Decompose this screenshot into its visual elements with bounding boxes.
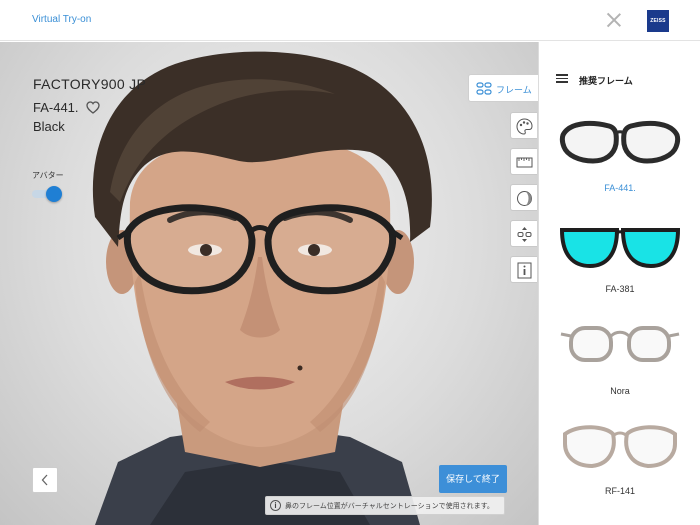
frame-item-rf-141[interactable]: RF-141 [539, 420, 700, 515]
info-button[interactable] [510, 256, 537, 283]
avatar-face [92, 51, 432, 525]
glasses-grid-icon [476, 82, 492, 95]
frame-item-name: FA-441. [604, 183, 636, 193]
glasses-thumbnail [559, 228, 681, 269]
zeiss-logo: ZEISS [647, 10, 669, 32]
frame-model: FA-441. [33, 100, 79, 115]
palette-icon [516, 118, 533, 135]
adjust-position-button[interactable] [510, 220, 537, 247]
ruler-button[interactable] [510, 148, 537, 175]
glasses-thumbnail [559, 120, 681, 164]
notice-text: 鼻のフレーム位置がバーチャルセントレーションで使用されます。 [285, 503, 494, 510]
palette-button[interactable] [510, 112, 537, 139]
app-title: Virtual Try-on [32, 14, 92, 25]
frame-item-fa-441[interactable]: FA-441. [539, 117, 700, 212]
notice-info-icon: i [270, 500, 281, 511]
adjust-position-icon [517, 227, 532, 242]
toggle-knob [46, 186, 62, 202]
lens-button[interactable] [510, 184, 537, 211]
heart-icon[interactable] [86, 101, 100, 114]
ruler-icon [516, 157, 533, 168]
recommended-frames-panel: 推奨フレーム FA-441. FA-381 Nora RF-141 [538, 42, 700, 525]
save-and-exit-button[interactable]: 保存して終了 [439, 465, 507, 493]
sidebar-title: 推奨フレーム [579, 76, 633, 86]
close-icon[interactable] [604, 10, 624, 30]
frame-item-name: Nora [610, 386, 630, 396]
notice-bar: i 鼻のフレーム位置がバーチャルセントレーションで使用されます。 [265, 496, 505, 515]
tab-frames[interactable]: フレーム [468, 74, 538, 102]
lens-icon [517, 191, 532, 206]
frame-item-name: RF-141 [604, 486, 635, 496]
hamburger-icon[interactable] [556, 74, 568, 83]
chevron-left-icon [41, 474, 48, 486]
frame-color: Black [33, 119, 65, 134]
frame-item-nora[interactable]: Nora [539, 318, 700, 413]
glasses-thumbnail [563, 425, 677, 469]
frame-item-name: FA-381 [605, 284, 635, 294]
back-button[interactable] [32, 467, 58, 493]
try-on-viewer[interactable]: FACTORY900 JP FA-441. Black アバター フレーム 保存… [0, 42, 538, 525]
top-bar: Virtual Try-on ZEISS [0, 0, 700, 41]
avatar-toggle-label: アバター [32, 171, 64, 180]
info-icon [517, 262, 532, 279]
frame-item-fa-381[interactable]: FA-381 [539, 218, 700, 313]
avatar-toggle[interactable] [32, 186, 62, 202]
glasses-thumbnail [560, 326, 680, 362]
frame-brand: FACTORY900 JP [33, 76, 147, 92]
tab-frames-label: フレーム [496, 85, 532, 95]
